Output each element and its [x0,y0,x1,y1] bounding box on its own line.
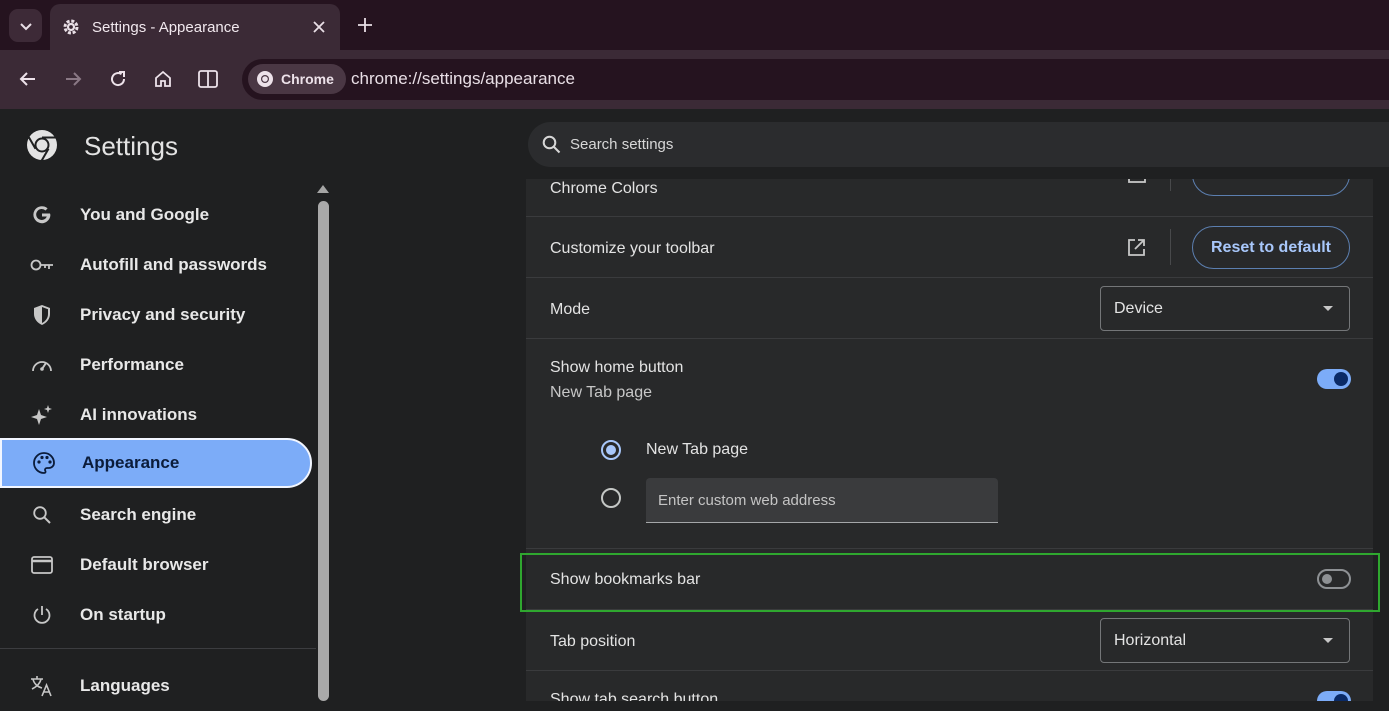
sidebar-item-autofill[interactable]: Autofill and passwords [0,240,312,290]
tab-search-label: Show tab search button [550,691,719,701]
forward-button[interactable] [59,65,87,93]
reload-icon [111,71,126,87]
custom-web-address-input[interactable]: Enter custom web address [646,478,998,523]
forward-arrow-icon [66,72,82,86]
speedometer-icon [30,353,54,377]
plus-icon [358,18,372,32]
side-panel-icon [198,70,218,88]
external-link-icon[interactable] [1127,238,1146,257]
back-arrow-icon [19,72,35,86]
home-button-toggle[interactable] [1317,369,1351,389]
url-text[interactable]: chrome://settings/appearance [351,69,575,89]
row-customize-toolbar: Customize your toolbar Reset to default [526,216,1373,277]
row-tab-search: Show tab search button [526,670,1373,701]
sidebar-item-performance[interactable]: Performance [0,340,312,390]
side-panel-button[interactable] [194,65,222,93]
tab-strip: Settings - Appearance [0,0,1389,50]
power-icon [30,603,54,627]
bookmarks-bar-label: Show bookmarks bar [550,571,701,588]
scroll-up-arrow-icon[interactable] [317,185,329,193]
chrome-icon [257,71,273,87]
browser-window-icon [30,553,54,577]
new-tab-button[interactable] [352,12,378,38]
shield-icon [30,303,54,327]
chip-label: Chrome [281,71,334,87]
customize-toolbar-label: Customize your toolbar [550,240,715,257]
sidebar-item-languages[interactable]: Languages [0,661,312,711]
site-info-chip[interactable]: Chrome [248,64,346,94]
reset-toolbar-button[interactable]: Reset to default [1192,226,1350,269]
mode-select[interactable]: Device [1100,286,1350,331]
sidebar-item-ai-innovations[interactable]: AI innovations [0,390,312,440]
home-button[interactable] [149,65,177,93]
sidebar-item-on-startup[interactable]: On startup [0,590,312,640]
chrome-logo-icon [27,130,57,161]
chrome-colors-label: Chrome Colors [550,180,658,197]
external-link-icon[interactable] [1128,179,1146,183]
tab-position-label: Tab position [550,633,636,650]
close-icon [313,21,325,33]
browser-toolbar: Chrome chrome://settings/appearance [0,50,1389,109]
dropdown-caret-icon [1323,306,1333,311]
active-tab[interactable]: Settings - Appearance [50,4,340,50]
translate-icon [30,674,54,698]
search-icon [542,135,561,154]
sidebar-item-search-engine[interactable]: Search engine [0,490,312,540]
row-chrome-colors: Chrome Colors Reset to default [526,179,1373,216]
tab-search-button[interactable] [9,9,42,42]
sidebar-item-appearance[interactable]: Appearance [0,438,312,488]
sidebar-item-default-browser[interactable]: Default browser [0,540,312,590]
home-button-label: Show home button [550,359,684,376]
search-placeholder: Search settings [570,136,674,153]
sidebar-item-privacy[interactable]: Privacy and security [0,290,312,340]
reload-button[interactable] [104,65,132,93]
mode-label: Mode [550,301,591,318]
row-bookmarks-bar: Show bookmarks bar [526,548,1373,609]
dropdown-caret-icon [1323,638,1333,643]
sidebar-divider [0,648,316,649]
radio-custom-address[interactable] [601,488,621,508]
google-g-icon [30,203,54,227]
search-settings-input[interactable]: Search settings [528,122,1389,167]
address-bar[interactable]: Chrome chrome://settings/appearance [242,59,1389,100]
back-button[interactable] [14,65,42,93]
settings-header: Settings Search settings [0,109,1389,179]
home-button-sublabel: New Tab page [550,384,652,401]
chevron-down-icon [19,22,32,30]
reset-chrome-colors-button[interactable]: Reset to default [1192,179,1350,196]
bookmarks-bar-toggle[interactable] [1317,569,1351,589]
gear-icon [63,19,79,35]
settings-sidebar: You and Google Autofill and passwords Pr… [0,179,316,701]
palette-icon [32,451,56,475]
search-icon [30,503,54,527]
sparkle-icon [30,403,54,427]
tab-position-select[interactable]: Horizontal [1100,618,1350,663]
radio-new-tab-page-label: New Tab page [646,441,748,458]
tab-search-toggle[interactable] [1317,691,1351,701]
home-icon [155,70,171,87]
appearance-card: Chrome Colors Reset to default Customize… [526,179,1373,701]
row-tab-position: Tab position Horizontal [526,609,1373,670]
key-icon [30,253,54,277]
close-tab-button[interactable] [310,18,328,36]
sidebar-scroll-thumb[interactable] [318,201,329,701]
row-mode: Mode Device [526,277,1373,338]
radio-new-tab-page[interactable] [601,440,621,460]
page-title: Settings [84,131,178,161]
tab-title: Settings - Appearance [92,18,240,36]
sidebar-item-you-and-google[interactable]: You and Google [0,190,312,240]
